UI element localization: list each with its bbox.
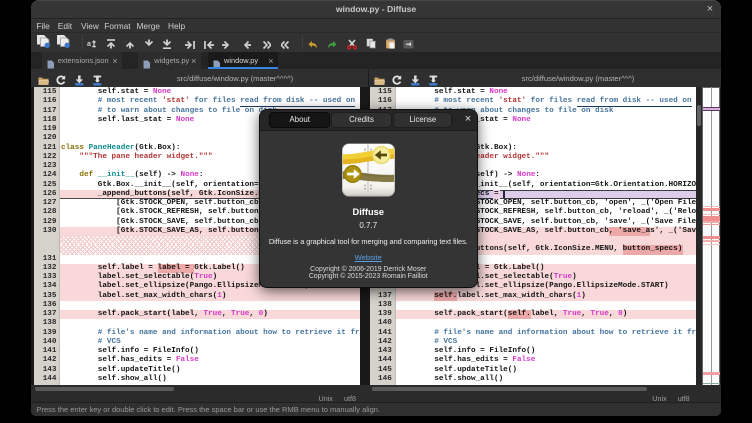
svg-text:a: a [87,41,91,48]
